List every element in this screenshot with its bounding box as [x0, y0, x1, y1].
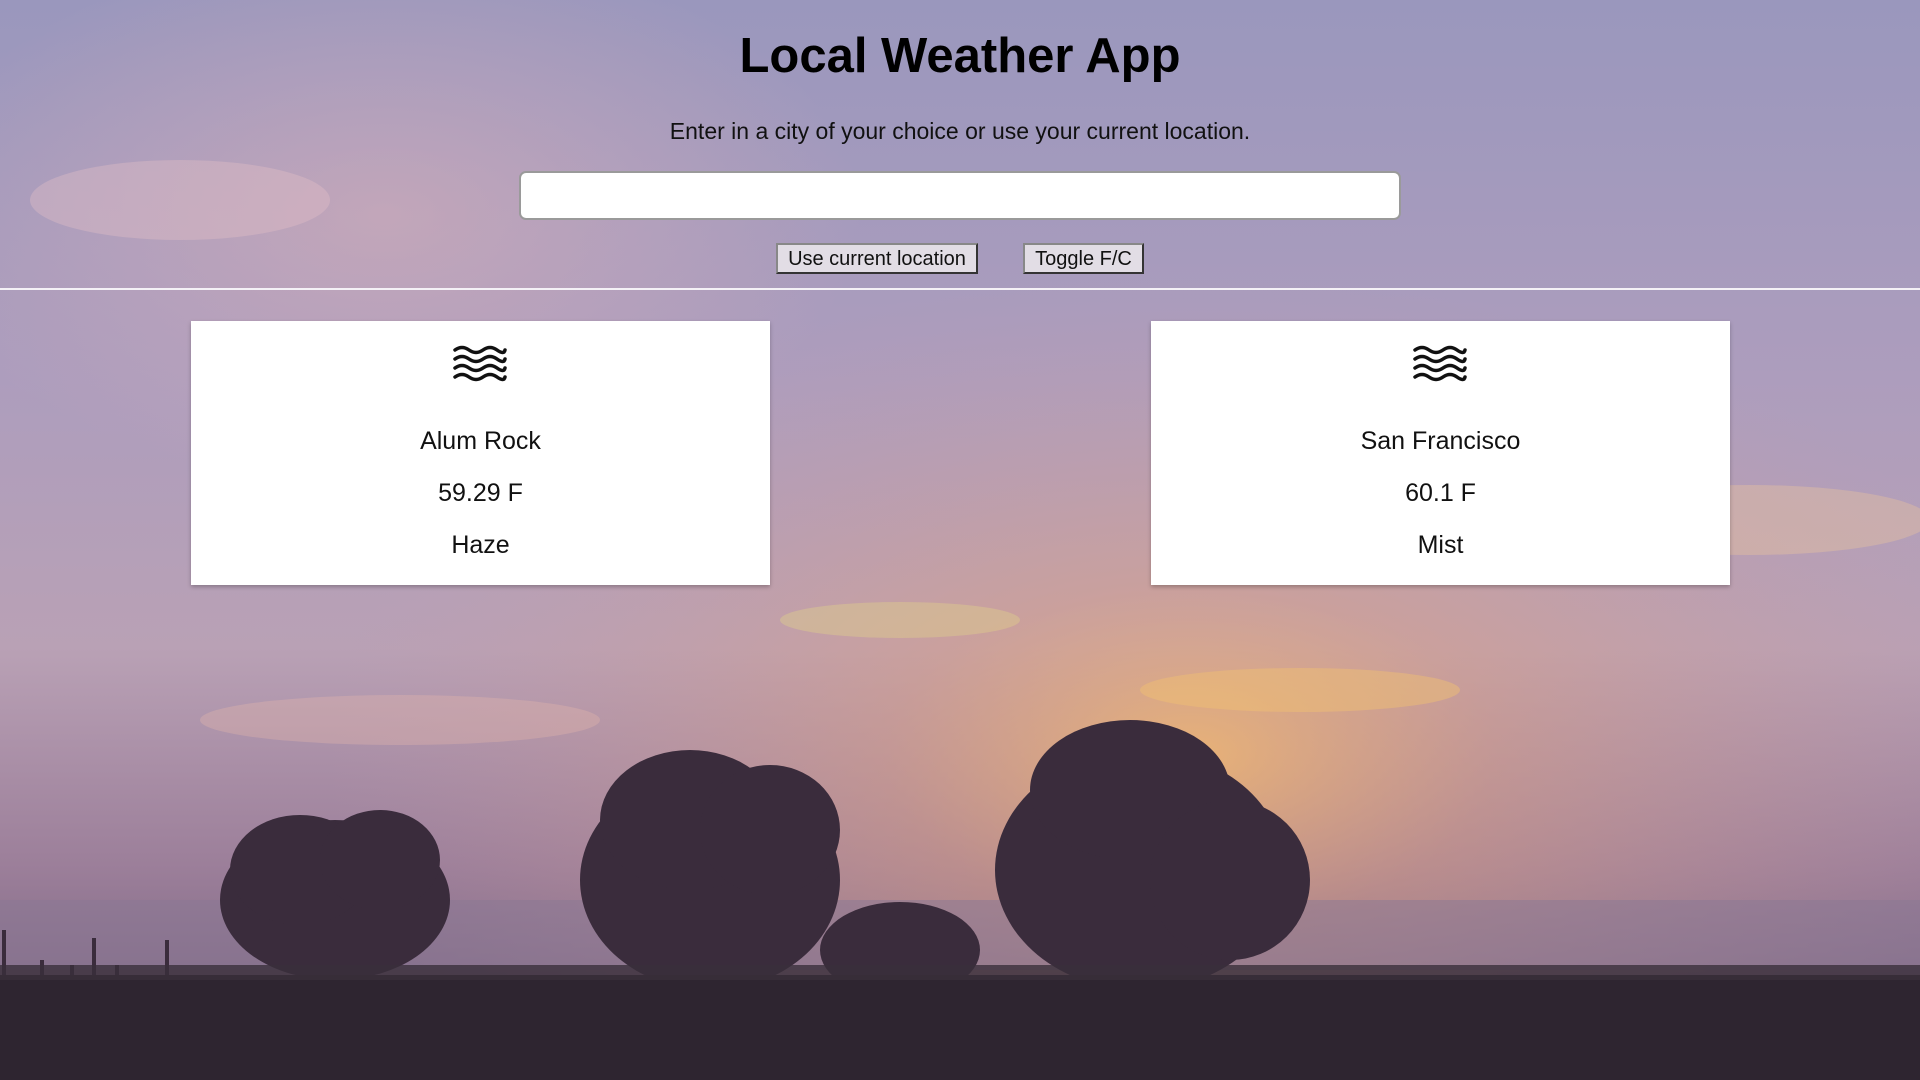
weather-app: Local Weather App Enter in a city of you…: [0, 0, 1920, 1080]
card-condition: Haze: [451, 531, 510, 559]
page-title: Local Weather App: [739, 29, 1181, 83]
city-search-input[interactable]: [519, 171, 1401, 220]
card-temperature: 59.29 F: [438, 479, 523, 507]
card-city-name: San Francisco: [1360, 427, 1521, 455]
haze-icon: [452, 343, 508, 383]
card-temperature: 60.1 F: [1405, 479, 1476, 507]
card-condition: Mist: [1417, 531, 1464, 559]
mist-icon: [1412, 343, 1468, 383]
header-divider: [0, 288, 1920, 290]
card-city-name: Alum Rock: [420, 427, 541, 455]
weather-card: Alum Rock 59.29 F Haze: [191, 321, 770, 585]
use-current-location-button[interactable]: Use current location: [776, 243, 978, 274]
weather-card: San Francisco 60.1 F Mist: [1151, 321, 1730, 585]
instructions-text: Enter in a city of your choice or use yo…: [669, 118, 1251, 144]
toggle-units-button[interactable]: Toggle F/C: [1023, 243, 1144, 274]
